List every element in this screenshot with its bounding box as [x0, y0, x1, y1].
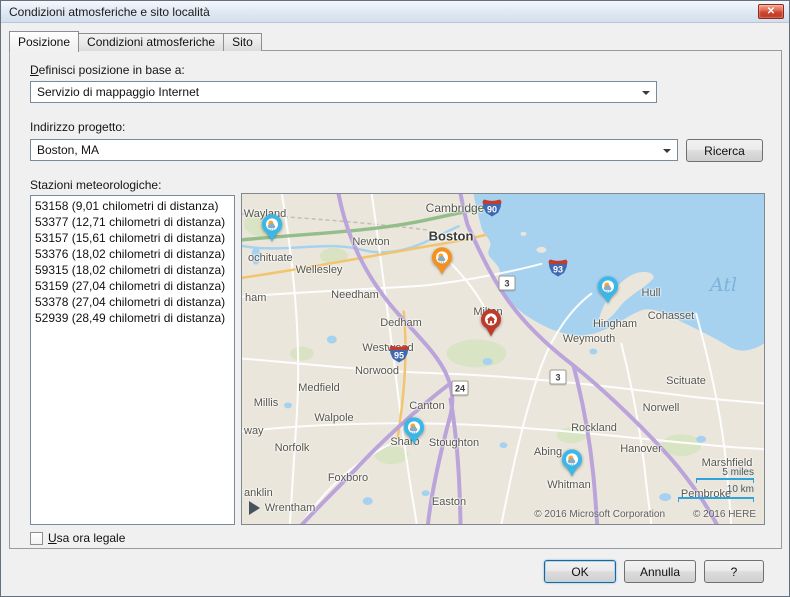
scale-miles-bar — [696, 478, 754, 483]
map-overlay: Atl 5 miles 10 km © 2016 Microsoft Corpo… — [242, 194, 764, 524]
weather-station-item[interactable]: 53159 (27,04 chilometri di distanza) — [31, 278, 234, 294]
tab-strip: Posizione Condizioni atmosferiche Sito — [9, 31, 262, 52]
weather-station-item[interactable]: 53157 (15,61 chilometri di distanza) — [31, 230, 234, 246]
map-town-label: ochituate — [248, 252, 293, 264]
weather-stations-list[interactable]: 53158 (9,01 chilometri di distanza) 53377… — [30, 195, 235, 525]
ocean-label: Atl — [710, 274, 738, 296]
weather-station-item[interactable]: 52939 (28,49 chilometri di distanza) — [31, 310, 234, 326]
project-address-combobox[interactable]: Boston, MA — [30, 139, 678, 161]
weather-station-icon — [409, 423, 418, 433]
map-town-label: Medfield — [298, 382, 340, 394]
scale-km-bar — [678, 497, 754, 502]
project-address-value: Boston, MA — [37, 143, 100, 157]
map-town-label: Whitman — [547, 479, 591, 491]
map-town-label: Needham — [331, 289, 379, 301]
bing-logo-icon[interactable] — [249, 501, 260, 515]
map-town-label: Wrentham — [264, 502, 316, 514]
home-icon — [486, 315, 496, 323]
interstate-shield-icon: 93 — [548, 259, 568, 277]
title-bar[interactable]: Condizioni atmosferiche e sito località … — [1, 1, 789, 23]
map-town-label: Cohasset — [647, 310, 695, 322]
weather-station-item[interactable]: 53378 (27,04 chilometri di distanza) — [31, 294, 234, 310]
map-town-label: Wellesley — [295, 264, 343, 276]
help-button[interactable]: ? — [704, 560, 764, 583]
cancel-button[interactable]: Annulla — [624, 560, 696, 583]
tab-posizione[interactable]: Posizione — [9, 31, 80, 52]
map-town-label: Foxboro — [327, 472, 369, 484]
map-town-label: Boston — [428, 228, 474, 244]
weather-station-icon — [437, 253, 446, 263]
weather-station-item[interactable]: 53377 (12,71 chilometri di distanza) — [31, 214, 234, 230]
map-town-label: ham — [245, 292, 267, 304]
map-town-label: Rockland — [571, 422, 617, 434]
chevron-down-icon — [642, 91, 650, 95]
map[interactable]: Atl 5 miles 10 km © 2016 Microsoft Corpo… — [241, 193, 765, 525]
tab-condizioni-atmosferiche[interactable]: Condizioni atmosferiche — [78, 33, 225, 51]
weather-station-item[interactable]: 59315 (18,02 chilometri di distanza) — [31, 262, 234, 278]
map-attribution: © 2016 Microsoft Corporation © 2016 HERE — [534, 509, 756, 520]
dialog-title: Condizioni atmosferiche e sito località — [9, 4, 210, 19]
map-town-label: Cambridge — [425, 201, 485, 215]
weather-station-item[interactable]: 53376 (18,02 chilometri di distanza) — [31, 246, 234, 262]
search-button[interactable]: Ricerca — [686, 139, 763, 162]
interstate-shield-icon: 95 — [389, 345, 409, 363]
ok-button[interactable]: OK — [544, 560, 616, 583]
weather-station-item[interactable]: 53158 (9,01 chilometri di distanza) — [31, 198, 234, 214]
map-town-label: Millis — [253, 397, 279, 409]
map-town-label: Canton — [409, 400, 445, 412]
weather-station-pin[interactable] — [432, 247, 452, 275]
interstate-shield-icon: 90 — [482, 199, 502, 217]
map-town-label: way — [244, 425, 264, 437]
map-town-label: anklin — [244, 487, 273, 499]
map-town-label: Norwell — [642, 402, 680, 414]
map-town-label: Stoughton — [428, 437, 480, 449]
map-town-label: Hingham — [592, 318, 638, 330]
location-method-value: Servizio di mappaggio Internet — [37, 85, 200, 99]
map-scale: 5 miles 10 km — [678, 467, 754, 502]
dst-label: Usa ora legale — [48, 531, 126, 545]
weather-station-pin[interactable] — [598, 276, 618, 304]
attribution-microsoft: © 2016 Microsoft Corporation — [534, 509, 666, 520]
weather-station-pin[interactable] — [404, 417, 424, 445]
weather-station-icon — [567, 455, 576, 465]
map-town-label: Weymouth — [562, 333, 616, 345]
map-town-label: Hanover — [620, 443, 662, 455]
map-town-label: Abing — [533, 446, 563, 458]
route-shield-icon: 3 — [498, 275, 516, 291]
weather-location-dialog: Condizioni atmosferiche e sito località … — [0, 0, 790, 597]
map-town-label: Norwood — [354, 365, 400, 377]
map-town-label: Hull — [641, 287, 661, 299]
weather-station-pin[interactable] — [262, 214, 282, 242]
project-location-pin[interactable] — [481, 309, 501, 337]
route-shield-icon: 24 — [451, 380, 469, 396]
close-icon: ✕ — [766, 6, 776, 17]
dst-checkbox[interactable] — [30, 531, 43, 545]
close-button[interactable]: ✕ — [758, 4, 784, 19]
map-town-label: Scituate — [666, 375, 706, 387]
route-shield-icon: 3 — [549, 369, 567, 385]
location-method-select[interactable]: Servizio di mappaggio Internet — [30, 81, 657, 103]
scale-km-label: 10 km — [726, 484, 754, 495]
position-tab-page: Definisci posizione in base a: Servizio … — [9, 50, 782, 549]
scale-miles-label: 5 miles — [722, 467, 754, 478]
map-town-label: Norfolk — [274, 442, 310, 454]
map-town-label: Easton — [431, 496, 467, 508]
chevron-down-icon — [663, 149, 671, 153]
attribution-here: © 2016 HERE — [693, 509, 756, 520]
weather-station-icon — [603, 282, 612, 292]
weather-station-icon — [267, 220, 276, 230]
tab-sito[interactable]: Sito — [223, 33, 262, 51]
map-town-label: Walpole — [314, 412, 354, 424]
map-town-label: Newton — [352, 236, 390, 248]
map-town-label: Dedham — [380, 317, 422, 329]
dst-checkbox-row[interactable]: Usa ora legale — [30, 531, 125, 545]
weather-stations-label: Stazioni meteorologiche: — [30, 178, 162, 192]
project-address-label: Indirizzo progetto: — [30, 120, 126, 134]
define-location-label: Definisci posizione in base a: — [30, 63, 185, 77]
weather-station-pin[interactable] — [562, 449, 582, 477]
